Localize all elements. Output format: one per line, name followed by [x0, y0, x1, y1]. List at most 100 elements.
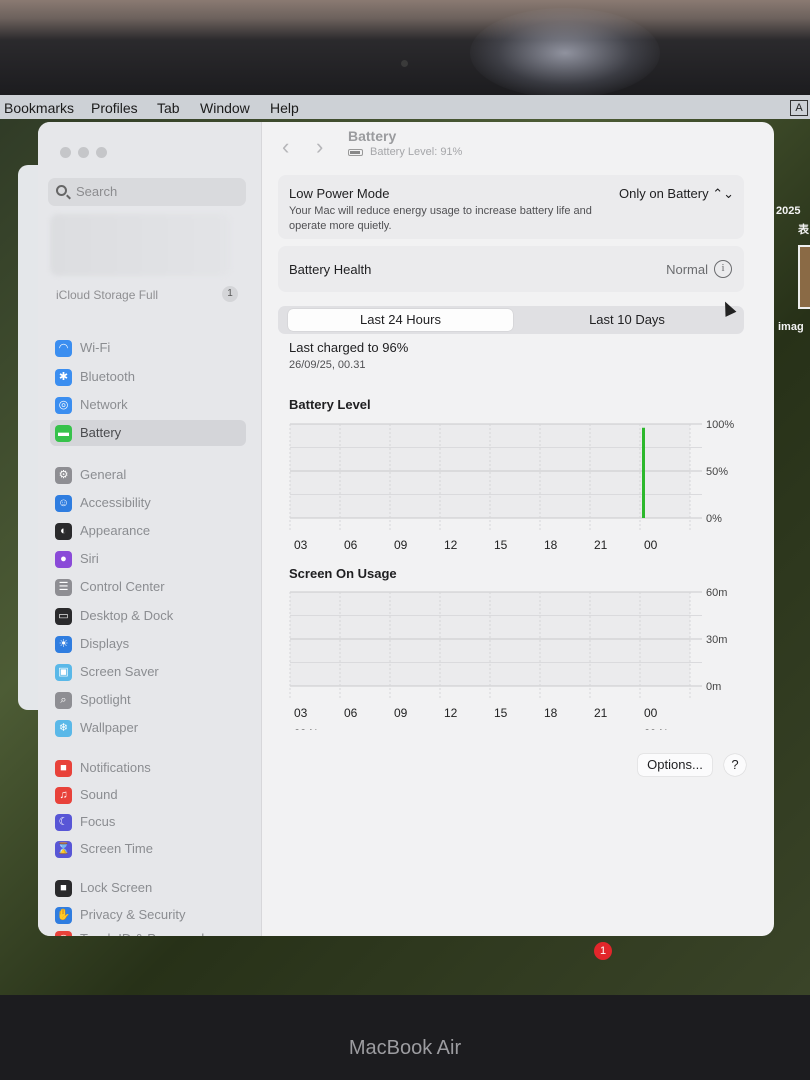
x-tick-label: 09 — [394, 538, 408, 552]
battery-level-chart: 100% 50% 0% 03 06 09 12 15 18 21 00 — [289, 419, 734, 552]
sidebar-item-privacy-security[interactable]: ✋ Privacy & Security — [50, 902, 246, 928]
desktop-image-label[interactable]: imag — [778, 321, 804, 333]
last-charged-date: 26/09/25, 00.31 — [289, 359, 366, 371]
sidebar-item-desktop-dock[interactable]: ▭ Desktop & Dock — [50, 603, 246, 629]
sidebar-item-label: Bluetooth — [80, 369, 135, 384]
photo-frame: Bookmarks Profiles Tab Window Help A 202… — [0, 0, 810, 1080]
x-tick-label: 18 — [544, 706, 558, 720]
sidebar-item-screen-saver[interactable]: ▣ Screen Saver — [50, 659, 246, 685]
help-button[interactable]: ? — [724, 754, 746, 776]
mac-screen: Bookmarks Profiles Tab Window Help A 202… — [0, 95, 810, 995]
tab-last-10-days[interactable]: Last 10 Days — [516, 309, 738, 331]
sidebar-item-label: Siri — [80, 551, 99, 566]
battery-health-label: Battery Health — [289, 262, 372, 277]
system-settings-window: Search iCloud Storage Full 1 ◠ Wi-Fi ✱ Blue… — [38, 122, 774, 936]
bluetooth-icon: ✱ — [55, 369, 72, 386]
low-power-mode-select[interactable]: Only on Battery ⌃⌄ — [619, 186, 734, 202]
screen-saver-icon: ▣ — [55, 664, 72, 681]
y-tick-label: 100% — [706, 419, 734, 431]
sidebar-item-appearance[interactable]: ◐ Appearance — [50, 518, 246, 544]
sidebar-item-label: Spotlight — [80, 692, 131, 707]
sidebar-item-control-center[interactable]: ☰ Control Center — [50, 574, 246, 600]
sidebar-item-notifications[interactable]: ■ Notifications — [50, 755, 246, 781]
sidebar-item-network[interactable]: ◎ Network — [50, 392, 246, 418]
search-field[interactable]: Search — [48, 178, 246, 206]
sidebar-item-spotlight[interactable]: ⌕ Spotlight — [50, 687, 246, 713]
sidebar-item-accessibility[interactable]: ☺ Accessibility — [50, 490, 246, 516]
battery-icon: ▬ — [55, 425, 72, 442]
sidebar-item-displays[interactable]: ☀ Displays — [50, 631, 246, 657]
forward-chevron-icon[interactable]: › — [316, 134, 323, 160]
x-tick-label: 18 — [544, 538, 558, 552]
wifi-icon: ◠ — [55, 340, 72, 357]
screen-glare — [470, 8, 660, 98]
menu-tab[interactable]: Tab — [157, 100, 180, 116]
sidebar-item-label: Sound — [80, 787, 118, 802]
sidebar-item-label: Accessibility — [80, 495, 151, 510]
desktop-file-label[interactable]: 2025 — [776, 205, 800, 217]
zoom-button[interactable] — [96, 147, 107, 158]
y-tick-label: 0m — [706, 681, 721, 693]
control-center-icon: ☰ — [55, 579, 72, 596]
menu-window[interactable]: Window — [200, 100, 250, 116]
battery-health-value: Normal — [666, 262, 708, 277]
sidebar-item-label: Screen Time — [80, 841, 153, 856]
low-power-mode-card: Low Power Mode Your Mac will reduce ener… — [278, 175, 744, 239]
minimize-button[interactable] — [78, 147, 89, 158]
sidebar: Search iCloud Storage Full 1 ◠ Wi-Fi ✱ Blue… — [38, 122, 262, 936]
appearance-icon: ◐ — [55, 523, 72, 540]
sidebar-item-label: Notifications — [80, 760, 151, 775]
tab-last-24-hours[interactable]: Last 24 Hours — [288, 309, 513, 331]
battery-icon — [348, 149, 363, 156]
x-tick-label: 12 — [444, 538, 458, 552]
menu-help[interactable]: Help — [270, 100, 299, 116]
x-tick-label: 15 — [494, 538, 508, 552]
sidebar-item-wallpaper[interactable]: ❄ Wallpaper — [50, 715, 246, 741]
accessibility-icon: ☺ — [55, 495, 72, 512]
search-input[interactable]: Search — [76, 184, 117, 199]
close-button[interactable] — [60, 147, 71, 158]
sidebar-item-sound[interactable]: ♫ Sound — [50, 782, 246, 808]
menu-profiles[interactable]: Profiles — [91, 100, 138, 116]
sidebar-item-bluetooth[interactable]: ✱ Bluetooth — [50, 364, 246, 390]
sidebar-item-siri[interactable]: ● Siri — [50, 546, 246, 572]
x-tick-label: 21 — [594, 538, 608, 552]
input-source-indicator[interactable]: A — [790, 100, 808, 116]
sidebar-item-wi-fi[interactable]: ◠ Wi-Fi — [50, 335, 246, 361]
sidebar-item-focus[interactable]: ☾ Focus — [50, 809, 246, 835]
screen-on-usage-chart: 60m 30m 0m 03 06 09 12 15 18 21 00 28 Nov 29 Nov — [289, 587, 727, 730]
sidebar-item-label: Screen Saver — [80, 664, 159, 679]
back-chevron-icon[interactable]: ‹ — [282, 134, 289, 160]
menu-bookmarks[interactable]: Bookmarks — [4, 100, 74, 116]
sidebar-item-label: Desktop & Dock — [80, 608, 174, 623]
page-title: Battery — [348, 128, 397, 144]
sidebar-item-lock-screen[interactable]: ■ Lock Screen — [50, 875, 246, 901]
options-button[interactable]: Options... — [638, 754, 712, 776]
menu-bar: Bookmarks Profiles Tab Window Help A — [0, 95, 810, 119]
lock-icon: ■ — [55, 880, 72, 897]
x-tick-label: 21 — [594, 706, 608, 720]
sidebar-item-screen-time[interactable]: ⌛ Screen Time — [50, 836, 246, 862]
sidebar-item-label: Lock Screen — [80, 880, 153, 895]
gear-icon: ⚙ — [55, 467, 72, 484]
info-icon[interactable]: i — [714, 260, 732, 278]
x-tick-label: 15 — [494, 706, 508, 720]
x-tick-label: 09 — [394, 706, 408, 720]
screen-time-icon: ⌛ — [55, 841, 72, 858]
sidebar-item-battery[interactable]: ▬ Battery — [50, 420, 246, 446]
x-tick-label: 12 — [444, 706, 458, 720]
last-charged-label: Last charged to 96% — [289, 340, 409, 355]
macbook-air-label: MacBook Air — [348, 1037, 462, 1059]
desktop-dock-icon: ▭ — [55, 608, 72, 625]
y-tick-label: 60m — [706, 587, 727, 599]
apple-account-profile[interactable] — [50, 214, 230, 276]
time-range-segmented-control: Last 24 Hours Last 10 Days — [278, 306, 744, 334]
fingerprint-icon: ◉ — [55, 931, 72, 936]
sidebar-item-general[interactable]: ⚙ General — [50, 462, 246, 488]
battery-level-subtitle: Battery Level: 91% — [370, 146, 463, 158]
sidebar-item-label: Focus — [80, 814, 116, 829]
desktop-image-thumbnail[interactable] — [798, 245, 810, 309]
icloud-storage-warning[interactable]: iCloud Storage Full — [56, 288, 158, 302]
sidebar-item-touch-id-password[interactable]: ◉ Touch ID & Password — [50, 926, 246, 936]
x-date-label: 29 Nov — [644, 728, 679, 730]
